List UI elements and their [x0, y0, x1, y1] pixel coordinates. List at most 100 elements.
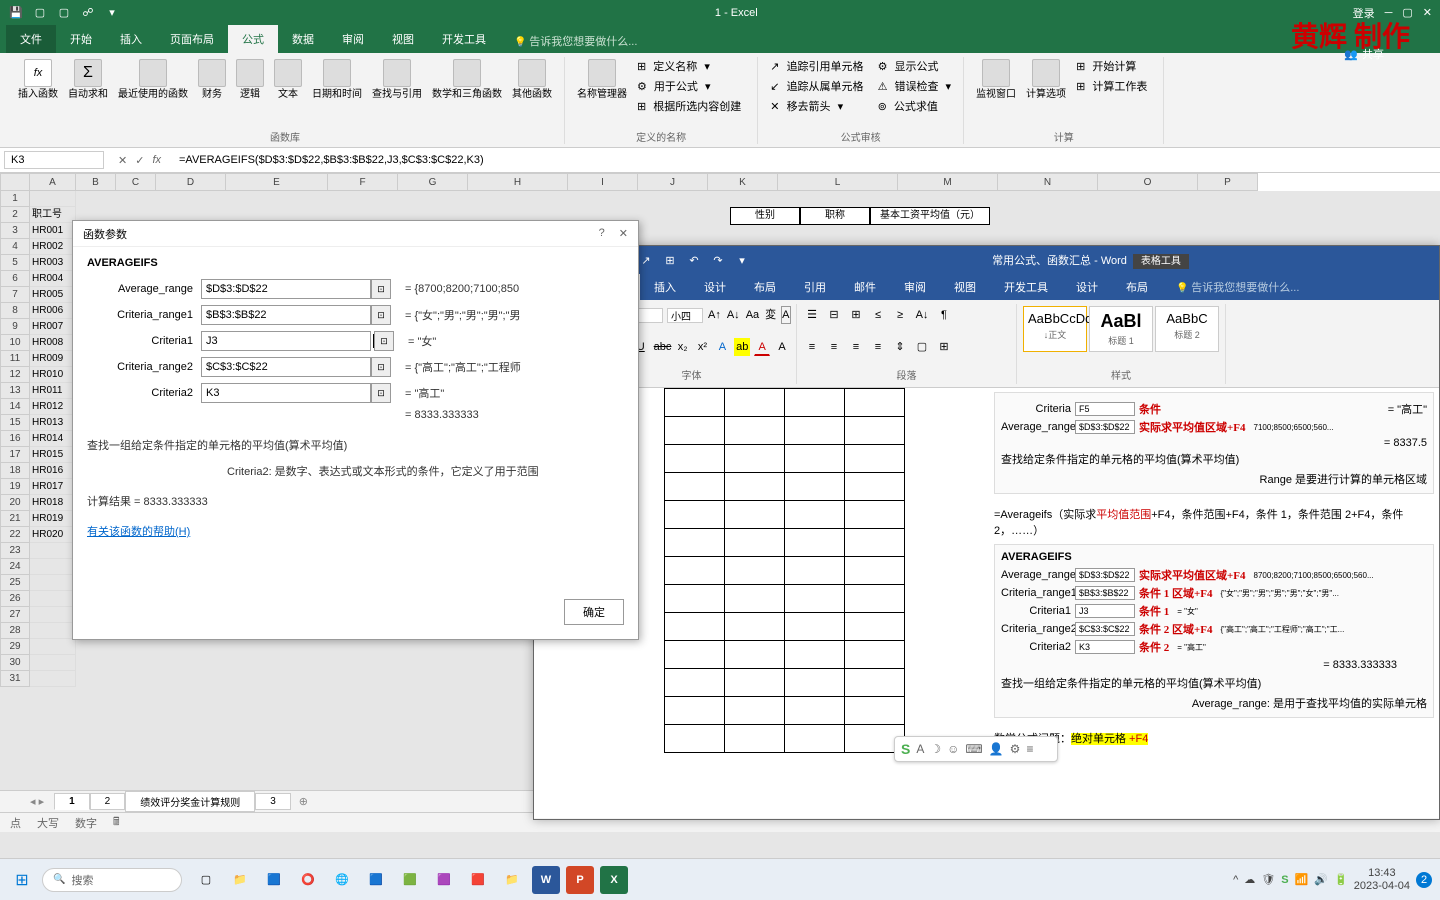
tray-up-icon[interactable]: ^: [1233, 874, 1238, 886]
autosum-button[interactable]: Σ自动求和: [64, 57, 112, 103]
ime-settings-icon[interactable]: ⚙: [1010, 742, 1021, 756]
tab-layout[interactable]: 布局: [740, 274, 790, 300]
enter-icon[interactable]: ✓: [135, 154, 144, 167]
ime-user-icon[interactable]: 👤: [989, 742, 1004, 756]
range-picker-icon[interactable]: ⊡: [374, 331, 394, 351]
col-header[interactable]: G: [398, 173, 468, 191]
phonetic-icon[interactable]: 変: [764, 306, 777, 324]
change-case-icon[interactable]: Aa: [745, 306, 760, 324]
tab-review[interactable]: 审阅: [890, 274, 940, 300]
tray-battery-icon[interactable]: 🔋: [1334, 873, 1348, 886]
align-right-icon[interactable]: ≡: [847, 338, 865, 356]
trace-dependents-button[interactable]: ↙ 追踪从属单元格: [766, 77, 871, 95]
increase-indent-icon[interactable]: ≥: [891, 306, 909, 324]
col-header[interactable]: F: [328, 173, 398, 191]
trace-precedents-button[interactable]: ↗ 追踪引用单元格: [766, 57, 871, 75]
col-header[interactable]: E: [226, 173, 328, 191]
dropdown-icon[interactable]: ▾: [734, 252, 750, 268]
tab-view[interactable]: 视图: [378, 25, 428, 53]
tab-review[interactable]: 审阅: [328, 25, 378, 53]
use-in-formula-button[interactable]: ⚙ 用于公式 ▾: [633, 77, 749, 95]
lookup-button[interactable]: 查找与引用: [368, 57, 426, 103]
row-header[interactable]: 4: [0, 239, 30, 255]
sheet-tab-3[interactable]: 3: [255, 793, 291, 810]
ok-button[interactable]: 确定: [564, 599, 624, 625]
arg-input[interactable]: [201, 305, 371, 325]
arg-input[interactable]: [201, 279, 371, 299]
qat-icon[interactable]: ▢: [32, 5, 48, 21]
tab-dev[interactable]: 开发工具: [428, 25, 500, 53]
sheet-tab-2[interactable]: 2: [90, 793, 126, 810]
watch-window-button[interactable]: 监视窗口: [972, 57, 1020, 103]
multilevel-icon[interactable]: ⊞: [847, 306, 865, 324]
style-item[interactable]: AaBbC标题 2: [1155, 306, 1219, 352]
name-box[interactable]: [4, 151, 104, 169]
sheet-tab-1[interactable]: 1: [54, 793, 90, 810]
row-header[interactable]: 23: [0, 543, 30, 559]
datetime-button[interactable]: 日期和时间: [308, 57, 366, 103]
excel-icon[interactable]: X: [600, 866, 628, 894]
calc-now-button[interactable]: ⊞ 开始计算: [1072, 57, 1155, 75]
tab-layout[interactable]: 页面布局: [156, 25, 228, 53]
tab-mail[interactable]: 邮件: [840, 274, 890, 300]
row-header[interactable]: 8: [0, 303, 30, 319]
text-effects-icon[interactable]: A: [714, 338, 730, 356]
define-name-button[interactable]: ⊞ 定义名称 ▾: [633, 57, 749, 75]
row-header[interactable]: 1: [0, 191, 30, 207]
app-icon[interactable]: 🟦: [362, 866, 390, 894]
text-button[interactable]: 文本: [270, 57, 306, 103]
qat-icon[interactable]: ▢: [56, 5, 72, 21]
cancel-icon[interactable]: ✕: [118, 154, 127, 167]
qat-icon[interactable]: ↗: [638, 252, 654, 268]
borders-icon[interactable]: ⊞: [935, 338, 953, 356]
tab-table-design[interactable]: 设计: [1062, 274, 1112, 300]
col-header[interactable]: L: [778, 173, 898, 191]
row-header[interactable]: 5: [0, 255, 30, 271]
col-header[interactable]: A: [30, 173, 76, 191]
save-icon[interactable]: 💾: [8, 5, 24, 21]
explorer-icon[interactable]: 📁: [226, 866, 254, 894]
arg-input[interactable]: [201, 357, 371, 377]
wechat-icon[interactable]: 🟩: [396, 866, 424, 894]
row-header[interactable]: 21: [0, 511, 30, 527]
tab-view[interactable]: 视图: [940, 274, 990, 300]
row-header[interactable]: 17: [0, 447, 30, 463]
decrease-font-icon[interactable]: A↓: [726, 306, 741, 324]
sheet-tab-rules[interactable]: 绩效评分奖金计算规则: [125, 791, 255, 812]
row-header[interactable]: 6: [0, 271, 30, 287]
share-label[interactable]: 共享: [1362, 46, 1384, 62]
tab-insert[interactable]: 插入: [640, 274, 690, 300]
tray-sogou-icon[interactable]: S: [1281, 874, 1288, 886]
other-button[interactable]: 其他函数: [508, 57, 556, 103]
tab-insert[interactable]: 插入: [106, 25, 156, 53]
col-header[interactable]: C: [116, 173, 156, 191]
tray-shield-icon[interactable]: 🛡: [1261, 873, 1275, 886]
function-help-link[interactable]: 有关该函数的帮助(H): [87, 526, 190, 538]
sort-icon[interactable]: A↓: [913, 306, 931, 324]
tray-cloud-icon[interactable]: ☁: [1244, 873, 1255, 886]
evaluate-formula-button[interactable]: ⊚ 公式求值: [874, 97, 956, 115]
col-header[interactable]: M: [898, 173, 998, 191]
row-header[interactable]: 13: [0, 383, 30, 399]
range-picker-icon[interactable]: ⊡: [371, 357, 391, 377]
row-header[interactable]: 3: [0, 223, 30, 239]
row-header[interactable]: 25: [0, 575, 30, 591]
task-view-icon[interactable]: ▢: [192, 866, 220, 894]
tab-home[interactable]: 开始: [56, 25, 106, 53]
insert-function-button[interactable]: fx插入函数: [14, 57, 62, 103]
shading-icon[interactable]: ▢: [913, 338, 931, 356]
undo-icon[interactable]: ↶: [686, 252, 702, 268]
range-picker-icon[interactable]: ⊡: [371, 383, 391, 403]
char-shading-icon[interactable]: A: [774, 338, 790, 356]
strike-button[interactable]: abc: [653, 338, 671, 356]
show-formulas-button[interactable]: ⚙ 显示公式: [874, 57, 956, 75]
dialog-help-icon[interactable]: ?: [599, 227, 605, 240]
font-color-icon[interactable]: A: [754, 338, 770, 356]
increase-font-icon[interactable]: A↑: [707, 306, 722, 324]
logical-button[interactable]: 逻辑: [232, 57, 268, 103]
row-header[interactable]: 27: [0, 607, 30, 623]
col-header[interactable]: H: [468, 173, 568, 191]
start-button[interactable]: ⊞: [8, 866, 36, 894]
col-header[interactable]: P: [1198, 173, 1258, 191]
calc-sheet-button[interactable]: ⊞ 计算工作表: [1072, 77, 1155, 95]
